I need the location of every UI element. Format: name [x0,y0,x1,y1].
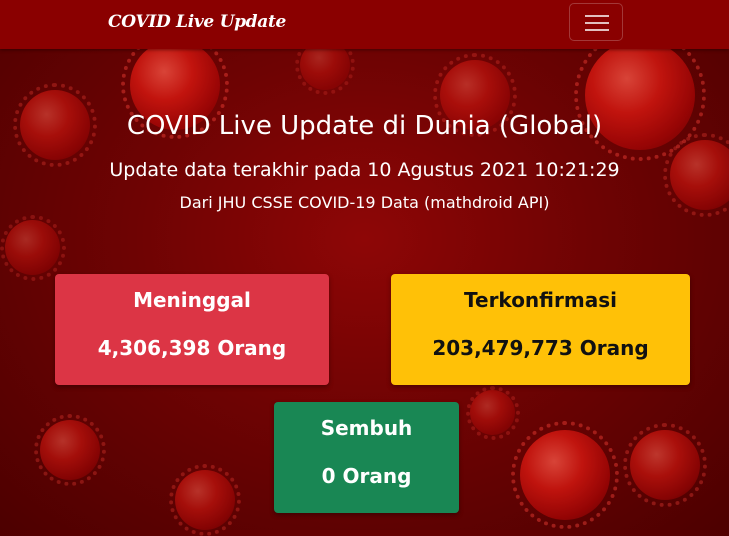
recovered-label: Sembuh [320,416,413,440]
virus-decoration [169,464,241,536]
virus-decoration [465,385,520,440]
deaths-label: Meninggal [133,288,251,312]
confirmed-card: Terkonfirmasi 203,479,773 Orang [391,274,690,385]
navbar-toggle-button[interactable] [569,3,623,41]
virus-decoration [0,214,66,281]
virus-decoration [511,421,619,529]
navbar: COVID Live Update [0,0,729,49]
deaths-card: Meninggal 4,306,398 Orang [55,274,329,385]
hamburger-menu-icon [585,22,609,24]
hamburger-menu-icon [585,29,609,31]
deaths-value: 4,306,398 Orang [97,336,287,360]
hamburger-menu-icon [585,15,609,17]
virus-decoration [34,414,106,486]
hero-header: COVID Live Update di Dunia (Global) Upda… [0,108,729,214]
recovered-value: 0 Orang [321,464,412,488]
page-title: COVID Live Update di Dunia (Global) [126,111,603,141]
navbar-brand-link[interactable]: COVID Live Update [108,12,286,32]
virus-decoration [623,423,707,507]
recovered-card: Sembuh 0 Orang [274,402,459,513]
data-source-text: Dari JHU CSSE COVID-19 Data (mathdroid A… [179,193,550,212]
confirmed-label: Terkonfirmasi [464,288,617,312]
last-updated-text: Update data terakhir pada 10 Agustus 202… [109,159,620,181]
confirmed-value: 203,479,773 Orang [432,336,649,360]
